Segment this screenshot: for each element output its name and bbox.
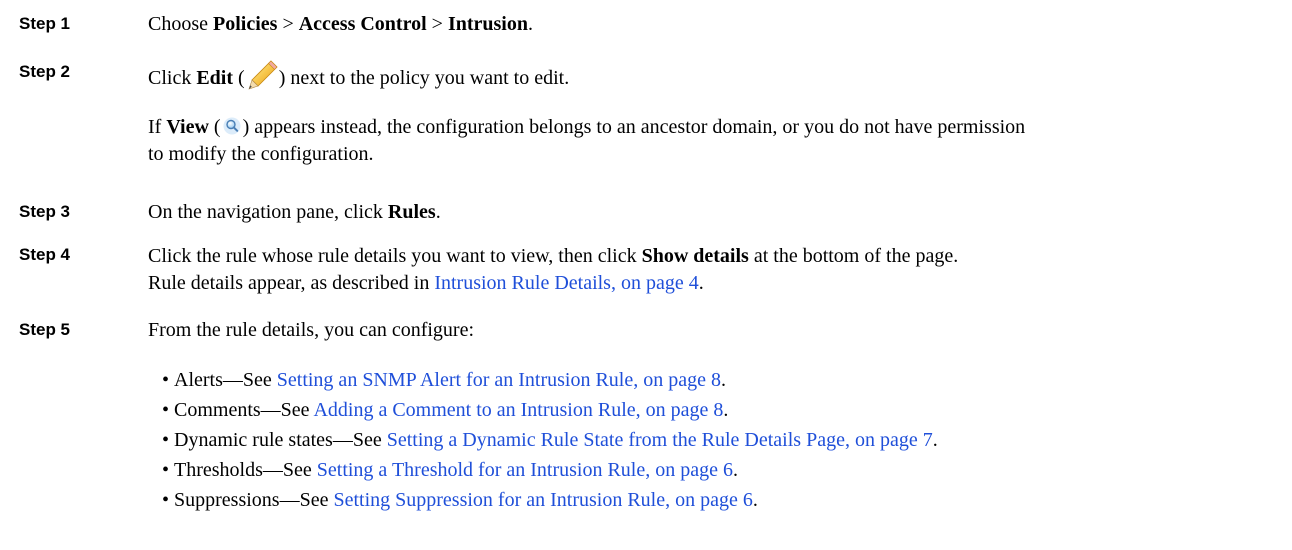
edit-label: Edit — [196, 67, 234, 89]
menu-separator: > — [426, 13, 448, 35]
list-item-suppressions: • Suppressions—See Setting Suppression fo… — [162, 485, 1282, 515]
view-note-line-2: to modify the configuration. — [148, 143, 374, 165]
suppression-link[interactable]: Setting Suppression for an Intrusion Rul… — [333, 489, 752, 511]
bullet-tail: . — [723, 399, 729, 421]
bullet-dot: • — [162, 459, 170, 481]
step-1-text: Choose Policies > Access Control > Intru… — [148, 12, 1283, 36]
step-1-post: . — [527, 13, 533, 35]
step-2-label: Step 2 — [19, 62, 71, 81]
menu-access-control: Access Control — [298, 13, 427, 35]
note-post: ) appears instead, the configuration bel… — [242, 116, 1026, 138]
step-3-pre: On the navigation pane, click — [148, 201, 388, 223]
configure-options-list: • Alerts—See Setting an SNMP Alert for an… — [162, 365, 1282, 515]
bullet-tail: . — [733, 459, 738, 481]
magnifier-icon — [223, 116, 241, 135]
bullet-lead: Alerts—See — [174, 369, 277, 391]
bullet-tail: . — [932, 429, 938, 451]
step-3-label: Step 3 — [19, 202, 71, 221]
snmp-alert-link[interactable]: Setting an SNMP Alert for an Intrusion R… — [277, 369, 721, 391]
step-4-line-2: Rule details appear, as described in Int… — [148, 270, 1283, 297]
step-4-post: at the bottom of the page. — [748, 245, 959, 267]
add-comment-link[interactable]: Adding a Comment to an Intrusion Rule, o… — [313, 399, 723, 421]
step-2-post: ) next to the policy you want to edit. — [278, 67, 570, 89]
note-pre: If — [148, 116, 167, 138]
step-3-post: . — [435, 201, 441, 223]
step-2-pre: Click — [148, 67, 197, 89]
threshold-link[interactable]: Setting a Threshold for an Intrusion Rul… — [317, 459, 733, 481]
menu-separator: > — [277, 13, 299, 35]
view-label: View — [166, 116, 209, 138]
step-5-label: Step 5 — [19, 320, 71, 339]
rules-label: Rules — [387, 201, 436, 223]
bullet-dot: • — [162, 369, 170, 391]
bullet-tail: . — [720, 369, 726, 391]
menu-policies: Policies — [213, 13, 278, 35]
step-3-text: On the navigation pane, click Rules. — [148, 200, 1283, 224]
bullet-dot: • — [162, 399, 170, 421]
step-4-label: Step 4 — [19, 245, 71, 264]
list-item-dynamic-rule-states: • Dynamic rule states—See Setting a Dynam… — [162, 425, 1282, 455]
step-4-line-2-pre: Rule details appear, as described in — [148, 272, 435, 294]
step-5-text: From the rule details, you can configure… — [148, 319, 475, 341]
list-item-alerts: • Alerts—See Setting an SNMP Alert for an… — [162, 365, 1282, 395]
dynamic-rule-state-link[interactable]: Setting a Dynamic Rule State from the Ru… — [387, 429, 933, 451]
bullet-lead: Thresholds—See — [174, 459, 317, 481]
show-details-label: Show details — [641, 245, 749, 267]
paren-open: ( — [233, 67, 245, 89]
paren-open: ( — [208, 116, 221, 138]
step-4-pre: Click the rule whose rule details you wa… — [148, 245, 642, 267]
list-item-thresholds: • Thresholds—See Setting a Threshold for … — [162, 455, 1282, 485]
view-note: If View ( ) appears instead, the configu… — [148, 114, 1283, 168]
menu-intrusion: Intrusion — [447, 13, 528, 35]
step-4-line-2-post: . — [698, 272, 704, 294]
bullet-lead: Dynamic rule states—See — [174, 429, 387, 451]
intrusion-rule-details-link[interactable]: Intrusion Rule Details, on page 4 — [434, 272, 698, 294]
step-4-text: Click the rule whose rule details you wa… — [148, 243, 1283, 297]
pencil-icon — [246, 60, 278, 90]
view-note-line-1: If View ( ) appears instead, the configu… — [148, 114, 1283, 141]
list-item-comments: • Comments—See Adding a Comment to an Int… — [162, 395, 1282, 425]
step-2-text: Click Edit ( ) next to the policy you wa… — [148, 60, 1283, 90]
bullet-dot: • — [162, 429, 170, 451]
bullet-lead: Suppressions—See — [174, 489, 334, 511]
step-4-line-1: Click the rule whose rule details you wa… — [148, 243, 1283, 270]
bullet-lead: Comments—See — [174, 399, 314, 421]
step-1-pre: Choose — [148, 13, 213, 35]
bullet-tail: . — [752, 489, 758, 511]
bullet-dot: • — [162, 489, 170, 511]
step-1-label: Step 1 — [19, 14, 71, 33]
